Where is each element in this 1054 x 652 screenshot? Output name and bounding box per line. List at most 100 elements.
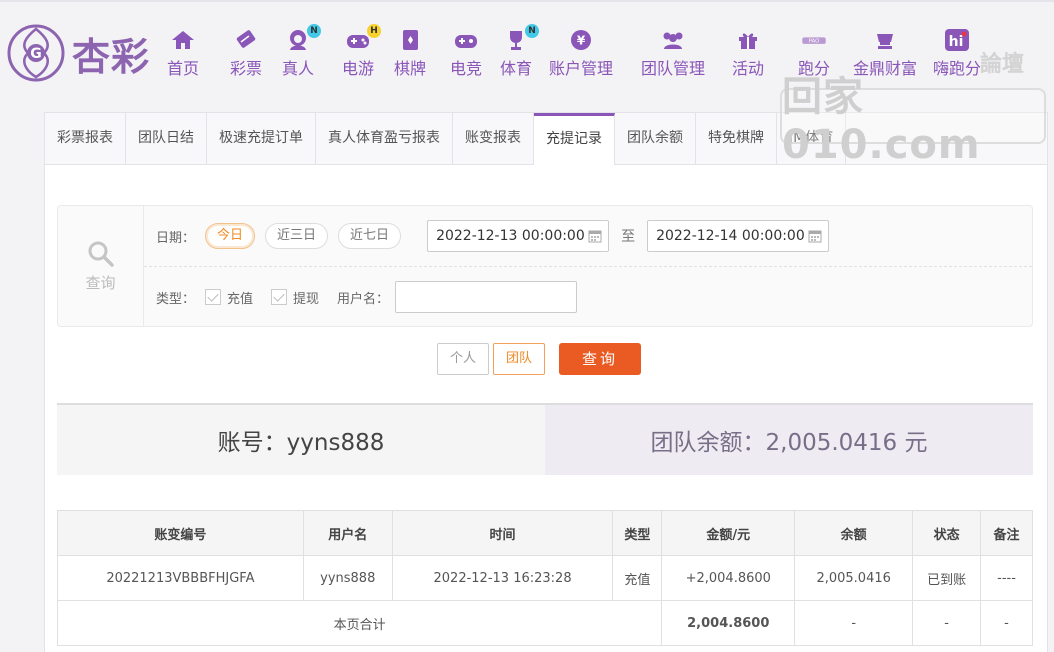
- tab-account-changes[interactable]: 账变报表: [453, 113, 534, 164]
- deposit-checkbox-label: 充值: [227, 291, 254, 307]
- deposit-checkbox[interactable]: 充值: [205, 288, 253, 307]
- cell-total-note: -: [980, 600, 1033, 646]
- cell-time: 2022-12-13 16:23:28: [391, 555, 614, 601]
- username-label: 用户名：: [337, 291, 390, 307]
- withdraw-checkbox-label: 提现: [293, 291, 320, 307]
- search-side-label: 查询: [85, 273, 116, 292]
- cell-note: ----: [980, 555, 1033, 601]
- hi-icon: hi: [944, 28, 970, 52]
- withdraw-checkbox[interactable]: 提现: [271, 288, 319, 307]
- account-name: 账号：yyns888: [57, 405, 545, 475]
- nav-team[interactable]: 团队管理: [638, 28, 708, 80]
- calendar-icon[interactable]: [808, 229, 822, 243]
- col-header: 余额: [794, 510, 914, 556]
- live-dealer-icon: N: [285, 24, 321, 52]
- lottery-icon: [233, 28, 259, 52]
- nav-label: 电竞: [449, 59, 482, 78]
- nav-slots[interactable]: H 电游: [334, 24, 382, 80]
- nav-esports[interactable]: 电竞: [442, 28, 490, 80]
- content-panel: 彩票报表 团队日结 极速充提订单 真人体育盈亏报表 账变报表 充提记录 团队余额…: [44, 112, 1048, 652]
- query-buttons: 个人 团队 查询: [437, 343, 642, 375]
- hot-badge: H: [367, 24, 381, 38]
- logo-flower-icon: G: [7, 24, 65, 82]
- nav-label: 首页: [166, 59, 199, 78]
- personal-button[interactable]: 个人: [437, 343, 490, 375]
- gift-icon: [735, 28, 761, 52]
- nav-label: 活动: [731, 59, 764, 78]
- col-header: 状态: [912, 510, 982, 556]
- end-date-input[interactable]: 2022-12-14 00:00:00: [647, 220, 830, 252]
- svg-text:PAO: PAO: [809, 39, 819, 45]
- team-balance-total: 团队余额：2,005.0416 元: [545, 405, 1033, 475]
- logo-text: 杏彩: [72, 33, 151, 79]
- brand-logo[interactable]: G 杏彩: [6, 22, 156, 84]
- nav-label: 体育: [499, 59, 532, 78]
- type-row: 类型： 充值 提现 用户名：: [156, 281, 578, 313]
- col-header: 类型: [612, 510, 663, 556]
- team-icon: [660, 28, 686, 52]
- cell-total-label: 本页合计: [56, 600, 663, 646]
- new-badge: N: [525, 24, 539, 38]
- tab-live-sports-pnl[interactable]: 真人体育盈亏报表: [316, 113, 453, 164]
- cards-icon: [397, 28, 423, 52]
- checkbox-box[interactable]: [205, 289, 222, 305]
- nav-lottery[interactable]: 彩票: [218, 28, 274, 80]
- trophy-icon: N: [503, 24, 539, 52]
- nav-sports[interactable]: N 体育: [492, 24, 540, 80]
- tab-fast-orders[interactable]: 极速充提订单: [207, 113, 316, 164]
- type-label: 类型：: [156, 291, 196, 307]
- tab-lottery-report[interactable]: 彩票报表: [45, 113, 126, 164]
- form-divider: [144, 266, 1032, 267]
- cell-total-status: -: [912, 600, 982, 646]
- site-watermark: 回家010.com: [780, 74, 1046, 168]
- date-row: 日期： 今日 近三日 近七日 2022-12-13 00:00:00 至 202…: [156, 220, 830, 252]
- query-button[interactable]: 查询: [559, 343, 642, 375]
- svg-text:hi: hi: [949, 34, 964, 50]
- quick-3days-button[interactable]: 近三日: [265, 223, 329, 249]
- svg-text:¥: ¥: [577, 34, 586, 48]
- cell-record-id: 20221213VBBBFHJGFA: [57, 555, 304, 601]
- end-date-value: 2022-12-14 00:00:00: [656, 228, 805, 244]
- nav-label: 棋牌: [393, 59, 426, 78]
- svg-text:G: G: [30, 46, 42, 62]
- home-icon: [170, 28, 196, 52]
- cell-total-amount: 2,004.8600: [661, 600, 796, 646]
- start-date-value: 2022-12-13 00:00:00: [436, 228, 585, 244]
- nav-label: 账户管理: [548, 59, 613, 78]
- nav-live[interactable]: N 真人: [274, 24, 322, 80]
- checkbox-box[interactable]: [271, 289, 288, 305]
- account-yen-icon: ¥: [568, 28, 594, 52]
- username-input[interactable]: [395, 281, 578, 313]
- cell-type: 充值: [612, 555, 663, 601]
- nav-activity[interactable]: 活动: [728, 28, 768, 80]
- date-to-label: 至: [621, 229, 636, 245]
- nav-account[interactable]: ¥ 账户管理: [546, 28, 616, 80]
- tab-team-daily[interactable]: 团队日结: [126, 113, 207, 164]
- team-button[interactable]: 团队: [493, 343, 546, 375]
- cell-status: 已到账: [912, 555, 982, 601]
- account-summary: 账号：yyns888 团队余额：2,005.0416 元: [57, 403, 1033, 475]
- tab-team-balance[interactable]: 团队余额: [615, 113, 696, 164]
- calendar-icon[interactable]: [588, 229, 602, 243]
- quick-7days-button[interactable]: 近七日: [338, 223, 402, 249]
- search-icon: [88, 241, 114, 267]
- tab-special-chess[interactable]: 特免棋牌: [696, 113, 777, 164]
- nav-label: 团队管理: [640, 59, 705, 78]
- col-header: 备注: [980, 510, 1033, 556]
- nav-label: 电游: [341, 59, 374, 78]
- cell-balance: 2,005.0416: [794, 555, 914, 601]
- quick-today-button[interactable]: 今日: [205, 223, 256, 249]
- table-header-row: 账变编号 用户名 时间 类型 金额/元 余额 状态 备注: [57, 510, 1033, 556]
- esports-controller-icon: [453, 28, 479, 52]
- nav-home[interactable]: 首页: [160, 28, 206, 80]
- tab-deposit-withdraw-records[interactable]: 充提记录: [534, 113, 615, 165]
- running-score-icon: PAO: [801, 28, 827, 52]
- start-date-input[interactable]: 2022-12-13 00:00:00: [427, 220, 610, 252]
- gamepad-icon: H: [345, 24, 381, 52]
- cell-username: yyns888: [302, 555, 393, 601]
- nav-chess[interactable]: 棋牌: [386, 28, 434, 80]
- treasure-icon: [872, 28, 898, 52]
- col-header: 用户名: [302, 510, 393, 556]
- nav-label: 真人: [281, 59, 314, 78]
- records-table: 账变编号 用户名 时间 类型 金额/元 余额 状态 备注 20221213VBB…: [56, 510, 1033, 646]
